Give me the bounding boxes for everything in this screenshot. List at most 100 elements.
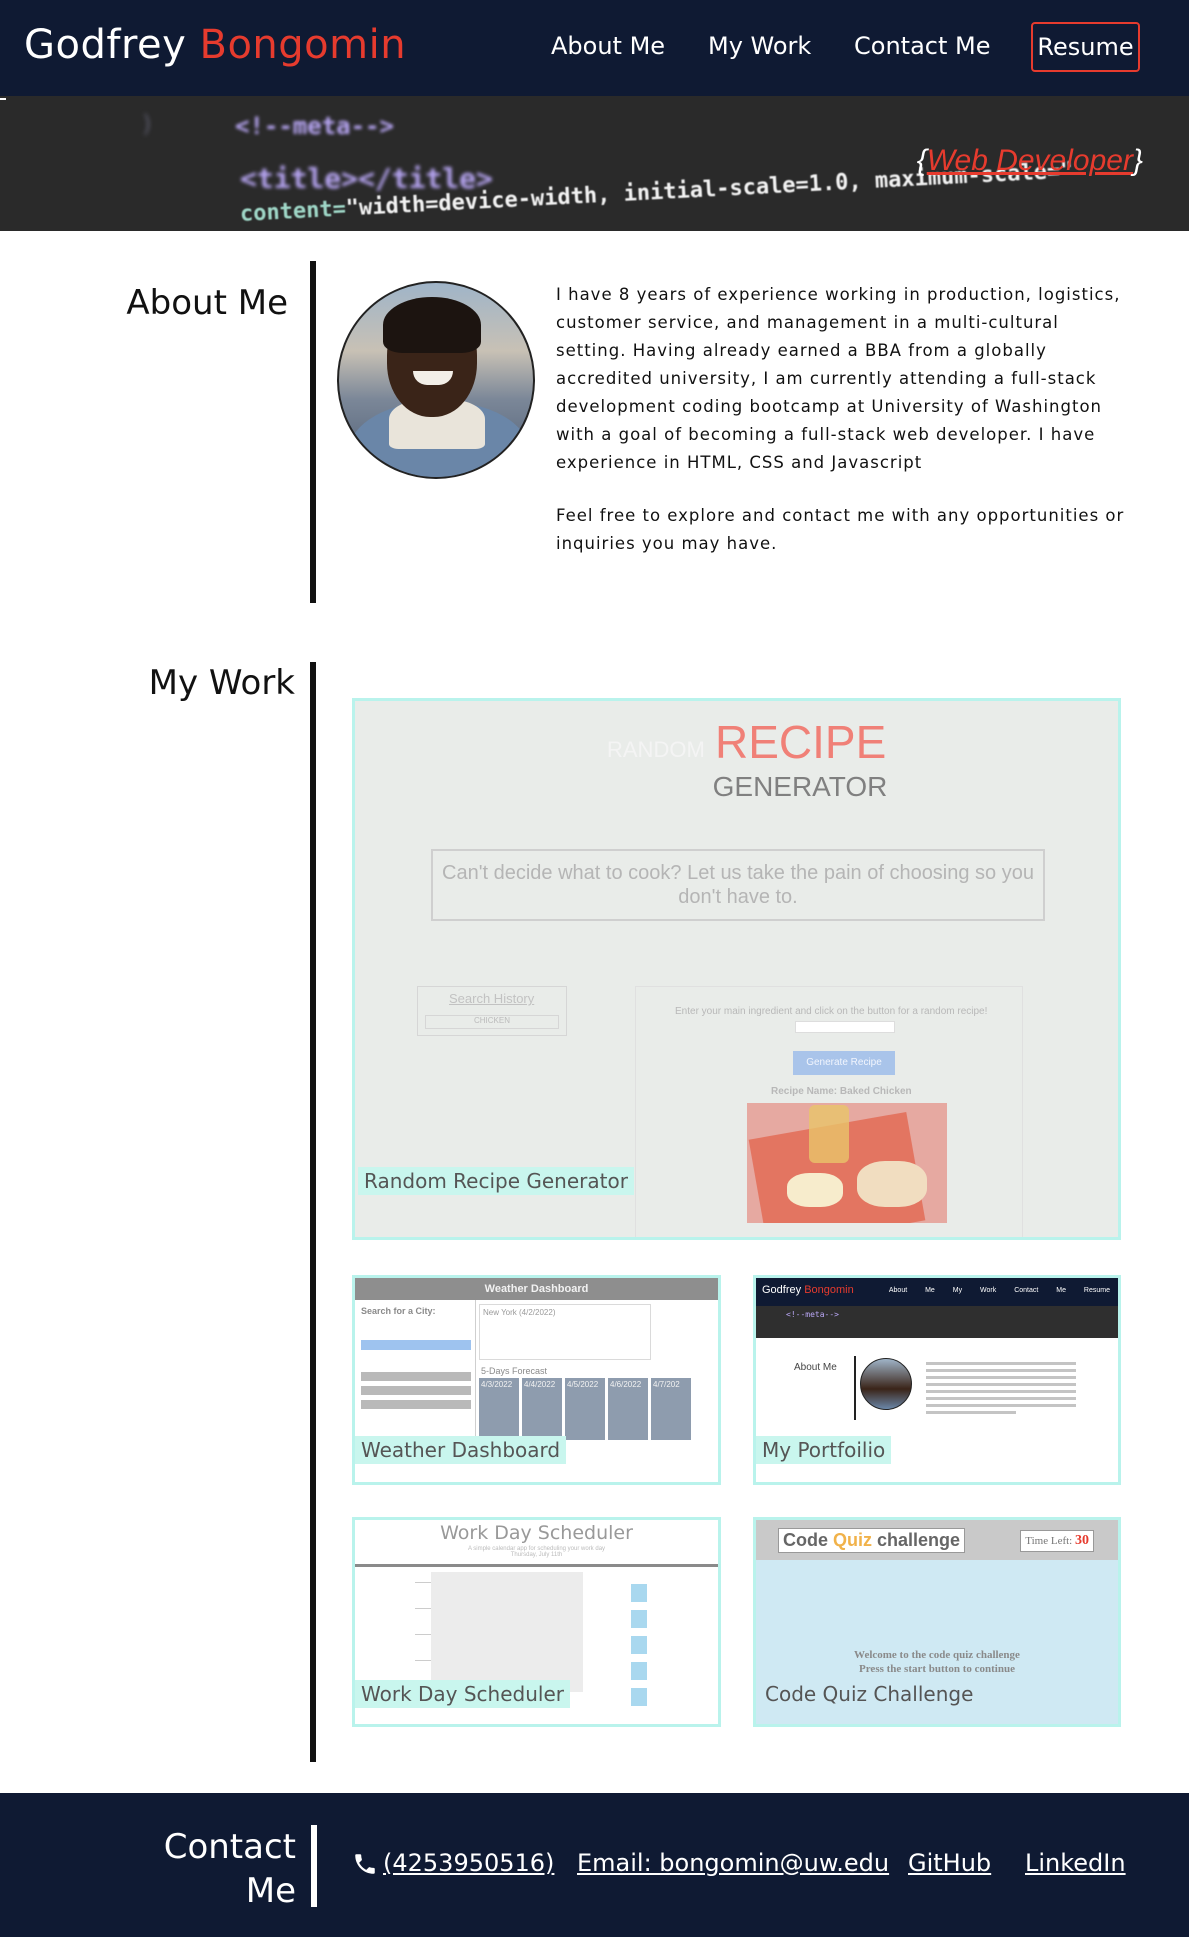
project-card-portfolio[interactable]: Godfrey Bongomin About Me My Work Contac…	[753, 1275, 1121, 1485]
weather-divider	[475, 1300, 476, 1440]
quiz-timer-value: 30	[1075, 1533, 1089, 1548]
scheduler-save-button	[631, 1636, 647, 1654]
portfolio-preview-brand: Godfrey Bongomin	[762, 1284, 854, 1296]
recipe-input	[795, 1021, 895, 1033]
work-section-title: My Work	[148, 663, 295, 703]
github-link[interactable]: GitHub	[908, 1849, 991, 1877]
recipe-intro-box: Can't decide what to cook? Let us take t…	[431, 849, 1045, 921]
project-card-scheduler[interactable]: Work Day Scheduler A simple calendar app…	[352, 1517, 721, 1727]
about-text: I have 8 years of experience working in …	[556, 281, 1126, 558]
project-label-recipe[interactable]: Random Recipe Generator	[358, 1167, 634, 1195]
project-card-quiz[interactable]: Code Quiz challenge Time Left: 30 Welcom…	[753, 1517, 1121, 1727]
recipe-history-title: Search History	[449, 991, 535, 1006]
scheduler-hour	[415, 1608, 431, 1609]
quiz-title-quiz: Quiz	[833, 1530, 873, 1550]
text-line	[926, 1411, 1016, 1414]
text-line	[926, 1383, 1076, 1386]
weather-forecast-day: 4/7/202	[651, 1378, 691, 1440]
contact-title-line-1: Contact	[163, 1827, 296, 1867]
quiz-preview-welcome: Welcome to the code quiz challenge Press…	[756, 1648, 1118, 1676]
tagline-open-brace: {	[916, 144, 927, 177]
brand-first-name: Godfrey	[24, 22, 187, 68]
weather-forecast-day: 4/4/2022	[522, 1378, 562, 1440]
hero-code-meta: <!--meta-->	[235, 112, 394, 140]
portfolio-preview-brand-last: Bongomin	[804, 1284, 854, 1296]
hero-banner: ) <!--meta--> <title></title> content="w…	[0, 96, 1189, 231]
phone-icon	[355, 1854, 375, 1874]
phone-link[interactable]: (4253950516)	[383, 1849, 554, 1877]
quiz-title-challenge: challenge	[877, 1530, 961, 1550]
work-section-divider	[310, 662, 316, 1762]
project-card-weather[interactable]: Weather Dashboard Search for a City: New…	[352, 1275, 721, 1485]
portfolio-preview-about: About Me	[794, 1362, 837, 1373]
hero-tagline: {Web Developer}	[917, 144, 1143, 178]
weather-search-label: Search for a City:	[361, 1306, 436, 1316]
nav-link-about-me[interactable]: About Me	[551, 32, 665, 60]
scheduler-preview-date: Thursday, July 11th	[510, 1552, 563, 1558]
quiz-title-code: Code	[783, 1530, 828, 1550]
text-line	[926, 1376, 1076, 1379]
hero-code-attr: content=	[239, 196, 347, 227]
scheduler-save-button	[631, 1584, 647, 1602]
email-link[interactable]: Email: bongomin@uw.edu	[577, 1849, 889, 1877]
nav-link-contact-me[interactable]: Contact Me	[854, 32, 990, 60]
hero-mark	[0, 98, 6, 100]
scheduler-save-button	[631, 1662, 647, 1680]
linkedin-link[interactable]: LinkedIn	[1025, 1849, 1126, 1877]
text-line	[926, 1404, 1076, 1407]
recipe-photo-food	[787, 1173, 843, 1207]
top-navbar: Godfrey Bongomin About Me My Work Contac…	[0, 0, 1189, 96]
weather-history-item	[361, 1400, 471, 1409]
scheduler-save-button	[631, 1610, 647, 1628]
weather-forecast-day: 4/5/2022	[565, 1378, 605, 1440]
contact-section-title: Contact Me	[140, 1825, 296, 1913]
project-label-quiz[interactable]: Code Quiz Challenge	[759, 1680, 979, 1708]
about-section-title: About Me	[126, 283, 288, 323]
scheduler-preview-title: Work Day Scheduler	[440, 1522, 633, 1544]
weather-forecast-title: 5-Days Forecast	[481, 1366, 548, 1376]
project-label-weather[interactable]: Weather Dashboard	[355, 1436, 567, 1464]
tagline-text: Web Developer	[926, 144, 1133, 177]
recipe-name: Recipe Name: Baked Chicken	[771, 1086, 912, 1097]
project-label-portfolio[interactable]: My Portfoilio	[756, 1436, 892, 1464]
avatar-hair	[383, 297, 481, 353]
weather-search-button	[361, 1340, 471, 1350]
recipe-photo-chicken	[857, 1161, 927, 1207]
nav-link-my-work[interactable]: My Work	[708, 32, 811, 60]
scheduler-save-button	[631, 1688, 647, 1706]
project-card-recipe[interactable]: RANDOM RECIPE GENERATOR Can't decide wha…	[352, 698, 1121, 1240]
quiz-timer-label: Time Left:	[1025, 1535, 1073, 1547]
quiz-preview-title: Code Quiz challenge	[778, 1528, 966, 1553]
weather-today: New York (4/2/2022)	[479, 1304, 651, 1360]
quiz-welcome-line-1: Welcome to the code quiz challenge	[854, 1649, 1020, 1661]
about-section-divider	[310, 261, 316, 603]
text-line	[926, 1397, 1076, 1400]
portfolio-preview-hero: <!--meta-->	[756, 1306, 1118, 1338]
scheduler-preview-body	[431, 1572, 583, 1692]
scheduler-hour	[415, 1660, 431, 1661]
portfolio-preview-text-lines	[926, 1362, 1076, 1418]
text-line	[926, 1369, 1076, 1372]
recipe-generate-button: Generate Recipe	[793, 1051, 895, 1075]
quiz-preview-timer: Time Left: 30	[1020, 1530, 1094, 1552]
weather-forecast-day: 4/6/2022	[608, 1378, 648, 1440]
text-line	[926, 1362, 1076, 1365]
profile-avatar	[337, 281, 535, 479]
portfolio-preview-avatar	[860, 1358, 912, 1410]
portfolio-preview-divider	[854, 1356, 856, 1420]
weather-header: Weather Dashboard	[355, 1278, 718, 1300]
weather-history-item	[361, 1386, 471, 1395]
recipe-history-item: CHICKEN	[425, 1015, 559, 1029]
tagline-close-brace: }	[1132, 144, 1143, 177]
contact-section-divider	[311, 1825, 317, 1907]
brand-logo[interactable]: Godfrey Bongomin	[24, 22, 406, 68]
portfolio-preview-brand-first: Godfrey	[762, 1284, 802, 1296]
scheduler-hour	[415, 1634, 431, 1635]
recipe-photo-can	[809, 1105, 849, 1163]
resume-button[interactable]: Resume	[1031, 22, 1140, 72]
recipe-title-recipe: RECIPE	[715, 716, 887, 768]
about-paragraph-1: I have 8 years of experience working in …	[556, 285, 1121, 472]
weather-history-item	[361, 1372, 471, 1381]
project-label-scheduler[interactable]: Work Day Scheduler	[355, 1680, 570, 1708]
scheduler-preview-line	[355, 1564, 718, 1567]
